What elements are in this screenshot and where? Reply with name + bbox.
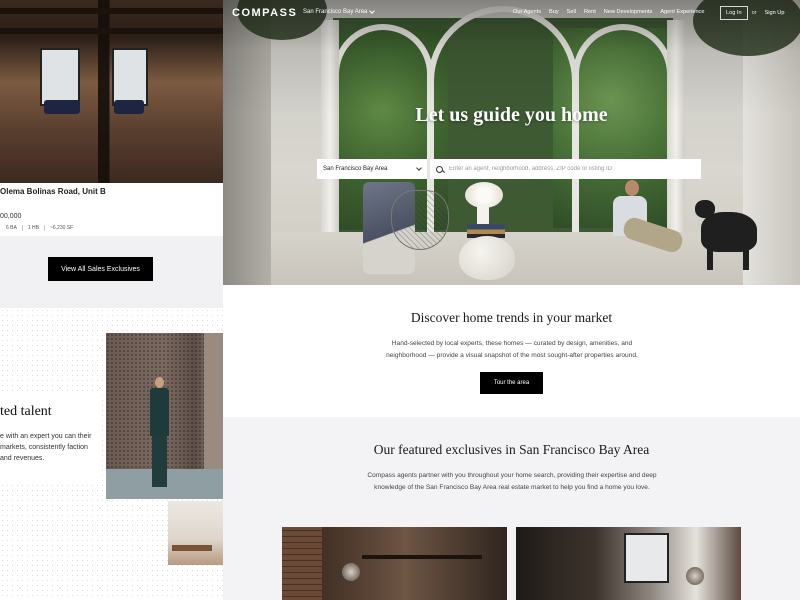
featured-listing-card[interactable]	[516, 527, 741, 600]
market-dropdown[interactable]: San Francisco Bay Area	[303, 8, 376, 15]
agent-photo	[106, 333, 223, 499]
view-all-exclusives-button[interactable]: View All Sales Exclusives	[48, 257, 153, 281]
listing-price: 00,000	[0, 213, 22, 220]
sofa	[44, 100, 80, 114]
hero: COMPASS San Francisco Bay Area Our Agent…	[223, 0, 800, 285]
search-field[interactable]	[430, 159, 701, 179]
listing-spec: 1 HB	[23, 225, 45, 231]
trends-text: Hand-selected by local experts, these ho…	[386, 340, 638, 359]
agent-body	[150, 388, 169, 436]
market-label: San Francisco Bay Area	[303, 9, 368, 15]
chevron-down-icon	[416, 165, 422, 171]
pendant-light	[342, 563, 360, 581]
talent-title: ted talent	[0, 404, 52, 419]
ceiling-beam	[0, 8, 223, 14]
ceiling-beam	[0, 28, 223, 34]
market-select[interactable]: San Francisco Bay Area	[317, 159, 427, 179]
nav-links: Our Agents Buy Sell Rent New Development…	[513, 9, 704, 15]
background-page: Olema Bolinas Road, Unit B 00,000 6 BA 1…	[0, 0, 223, 600]
loft-window	[624, 533, 669, 583]
chevron-down-icon	[369, 8, 376, 14]
featured-title: Our featured exclusives in San Francisco…	[373, 442, 650, 457]
trends-title: Discover home trends in your market	[410, 310, 613, 325]
signup-button[interactable]: Sign Up	[761, 7, 789, 19]
top-nav: COMPASS San Francisco Bay Area Our Agent…	[223, 0, 800, 26]
loft-window	[40, 48, 80, 106]
compass-logo[interactable]: COMPASS	[232, 7, 297, 19]
nav-link-buy[interactable]: Buy	[549, 9, 559, 15]
hero-overlay	[223, 0, 800, 285]
featured-text: Compass agents partner with you througho…	[367, 472, 657, 491]
loft-rail	[362, 555, 482, 559]
agent-figure	[146, 377, 172, 489]
auth-links: Log In or Sign Up	[720, 6, 788, 20]
search-icon	[436, 165, 443, 173]
nav-link-new-developments[interactable]: New Developments	[604, 9, 653, 15]
table	[172, 545, 212, 551]
hero-search-bar: San Francisco Bay Area	[317, 159, 701, 179]
search-input[interactable]	[449, 166, 695, 172]
nav-link-rent[interactable]: Rent	[584, 9, 596, 15]
nav-link-sell[interactable]: Sell	[567, 9, 576, 15]
market-select-value: San Francisco Bay Area	[323, 166, 388, 172]
listing-spec: 6 BA	[0, 225, 23, 231]
trends-section: Discover home trends in your market Hand…	[223, 285, 800, 417]
listing-specs: 6 BA 1 HB ~6,230 SF	[0, 225, 78, 231]
hero-title: Let us guide you home	[415, 104, 608, 126]
agent-legs	[152, 435, 167, 487]
login-button[interactable]: Log In	[720, 6, 748, 20]
or-label: or	[751, 10, 757, 16]
listing-spec: ~6,230 SF	[49, 225, 74, 231]
main-page: COMPASS San Francisco Bay Area Our Agent…	[223, 0, 800, 600]
agent-head	[155, 377, 164, 388]
tour-the-area-button[interactable]: Tour the area	[480, 372, 543, 394]
pendant-light	[686, 567, 704, 585]
sofa	[114, 100, 144, 114]
listing-photo[interactable]	[0, 0, 223, 183]
talent-text: e with an expert you can their markets, …	[0, 433, 92, 462]
listing-title[interactable]: Olema Bolinas Road, Unit B	[0, 187, 106, 196]
brick-wall	[282, 527, 322, 600]
featured-listing-card[interactable]	[282, 527, 507, 600]
loft-window	[112, 48, 148, 106]
nav-link-our-agents[interactable]: Our Agents	[513, 9, 541, 15]
room-photo	[168, 501, 223, 565]
featured-section: Our featured exclusives in San Francisco…	[223, 417, 800, 600]
nav-link-agent-experience[interactable]: Agent Experience	[660, 9, 704, 15]
